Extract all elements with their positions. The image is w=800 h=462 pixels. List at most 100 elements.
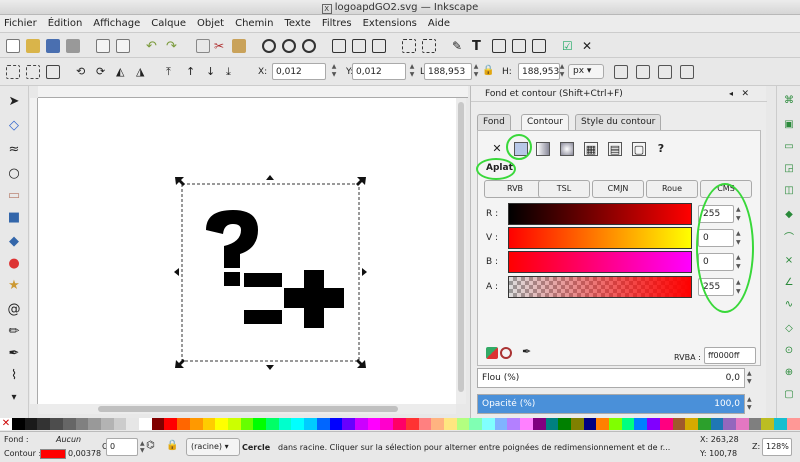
alpha-channel-slider[interactable] xyxy=(508,276,692,298)
palette-swatch[interactable] xyxy=(202,418,216,430)
palette-swatch[interactable] xyxy=(748,418,762,430)
snap-intersection-icon[interactable]: ⨯ xyxy=(782,254,796,268)
pattern-icon[interactable]: ▤ xyxy=(608,142,622,156)
tab-style-contour[interactable]: Style du contour xyxy=(575,114,662,130)
stroke-swatch[interactable] xyxy=(40,449,66,459)
palette-swatch[interactable] xyxy=(88,418,101,430)
snap-bbox-corner-icon[interactable]: ◲ xyxy=(782,162,796,176)
status-opacity-spinner[interactable]: ▲ ▼ xyxy=(140,440,145,454)
tab-fond[interactable]: Fond xyxy=(477,114,511,130)
palette-swatch[interactable] xyxy=(240,418,254,430)
xml-editor-icon[interactable] xyxy=(512,39,526,53)
menu-filtres[interactable]: Filtres xyxy=(322,18,352,29)
drawing-canvas[interactable] xyxy=(38,98,456,404)
horizontal-scroll-thumb[interactable] xyxy=(98,406,398,412)
palette-swatch[interactable] xyxy=(139,418,152,430)
open-icon[interactable] xyxy=(26,39,40,53)
palette-swatch[interactable] xyxy=(100,418,114,430)
flip-vertical-icon[interactable]: ◮ xyxy=(136,65,150,79)
mesh-gradient-icon[interactable]: ▦ xyxy=(584,142,598,156)
menu-extensions[interactable]: Extensions xyxy=(363,18,417,29)
palette-swatch[interactable] xyxy=(227,418,241,430)
palette-swatch[interactable] xyxy=(583,418,597,430)
star-tool-icon[interactable]: ★ xyxy=(5,276,23,294)
rotate-ccw-icon[interactable]: ⟲ xyxy=(76,65,90,79)
palette-swatch[interactable] xyxy=(697,418,711,430)
palette-swatch[interactable] xyxy=(456,418,470,430)
cut-icon[interactable]: ✂ xyxy=(214,39,228,53)
raise-to-top-icon[interactable]: ⤒ xyxy=(166,65,180,79)
pen-tool-icon[interactable]: ✒ xyxy=(5,344,23,362)
palette-swatch[interactable] xyxy=(278,418,292,430)
export-icon[interactable] xyxy=(116,39,130,53)
snap-cusp-icon[interactable]: ∠ xyxy=(782,276,796,290)
scale-stroke-icon[interactable] xyxy=(614,65,628,79)
swatch-icon[interactable]: ▢ xyxy=(632,142,646,156)
palette-swatch[interactable] xyxy=(405,418,419,430)
zoom-page-icon[interactable] xyxy=(302,39,316,53)
y-field[interactable]: 0,012 xyxy=(352,63,406,80)
menu-affichage[interactable]: Affichage xyxy=(93,18,140,29)
palette-swatch[interactable] xyxy=(647,418,660,430)
snap-bbox-edge-icon[interactable]: ▭ xyxy=(782,140,796,154)
panel-close-icon[interactable]: ✕ xyxy=(741,86,749,102)
palette-swatch[interactable] xyxy=(507,418,521,430)
y-spinner[interactable]: ▲ ▼ xyxy=(406,63,418,80)
paste-icon[interactable] xyxy=(232,39,246,53)
height-spinner[interactable]: ▲ ▼ xyxy=(556,63,568,80)
width-field[interactable]: 188,953 xyxy=(424,63,472,80)
snap-bbox-midpoint-icon[interactable]: ◫ xyxy=(782,184,796,198)
rectangle-tool-icon[interactable]: ■ xyxy=(5,208,23,226)
preferences-icon[interactable]: ✕ xyxy=(582,39,596,53)
radial-gradient-icon[interactable] xyxy=(560,142,574,156)
palette-swatch[interactable] xyxy=(494,418,508,430)
menu-fichier[interactable]: Fichier xyxy=(4,18,37,29)
palette-swatch[interactable] xyxy=(672,418,686,430)
palette-swatch[interactable] xyxy=(659,418,673,430)
opacity-spinner[interactable]: ▲ ▼ xyxy=(747,396,752,412)
vertical-scroll-thumb[interactable] xyxy=(458,102,464,392)
print-icon[interactable] xyxy=(66,39,80,53)
new-document-icon[interactable] xyxy=(6,39,20,53)
palette-swatch[interactable] xyxy=(12,418,25,430)
palette-swatch[interactable] xyxy=(431,418,444,430)
select-all-layers-icon[interactable] xyxy=(26,65,40,79)
lower-to-bottom-icon[interactable]: ⤓ xyxy=(226,65,240,79)
calligraphy-tool-icon[interactable]: ⌇ xyxy=(5,366,23,384)
blur-spinner[interactable]: ▲ ▼ xyxy=(747,370,752,386)
canvas-vertical-scrollbar[interactable] xyxy=(456,98,466,404)
green-channel-slider[interactable] xyxy=(508,227,692,249)
palette-swatch[interactable] xyxy=(634,418,648,430)
align-distribute-icon[interactable] xyxy=(532,39,546,53)
palette-swatch[interactable] xyxy=(736,418,749,430)
palette-swatch[interactable] xyxy=(761,418,775,430)
palette-swatch[interactable] xyxy=(596,418,610,430)
palette-swatch[interactable] xyxy=(520,418,533,430)
palette-swatch[interactable] xyxy=(558,418,571,430)
palette-swatch[interactable] xyxy=(545,418,559,430)
palette-swatch[interactable] xyxy=(253,418,267,430)
width-spinner[interactable]: ▲ ▼ xyxy=(470,63,482,80)
canvas-horizontal-scrollbar[interactable] xyxy=(38,404,456,414)
clone-icon[interactable] xyxy=(352,39,366,53)
palette-swatch[interactable] xyxy=(380,418,394,430)
palette-swatch[interactable] xyxy=(266,418,279,430)
rgba-field[interactable]: ff0000ff xyxy=(704,347,756,364)
palette-swatch[interactable] xyxy=(786,418,800,430)
zoom-drawing-icon[interactable] xyxy=(282,39,296,53)
raise-icon[interactable]: ↑ xyxy=(186,65,200,79)
panel-iconify-icon[interactable]: ◂ xyxy=(729,86,733,102)
lock-ratio-icon[interactable]: 🔒 xyxy=(482,65,496,79)
spiral-tool-icon[interactable]: @ xyxy=(5,300,23,318)
node-tool-icon[interactable]: ◇ xyxy=(5,116,23,134)
menu-objet[interactable]: Objet xyxy=(197,18,224,29)
palette-swatch[interactable] xyxy=(342,418,355,430)
palette-swatch[interactable] xyxy=(304,418,317,430)
menu-chemin[interactable]: Chemin xyxy=(235,18,273,29)
palette-swatch[interactable] xyxy=(685,418,698,430)
scale-radius-icon[interactable] xyxy=(636,65,650,79)
save-icon[interactable] xyxy=(46,39,60,53)
lower-icon[interactable]: ↓ xyxy=(206,65,220,79)
blue-channel-slider[interactable] xyxy=(508,251,692,273)
palette-swatch[interactable] xyxy=(710,418,724,430)
